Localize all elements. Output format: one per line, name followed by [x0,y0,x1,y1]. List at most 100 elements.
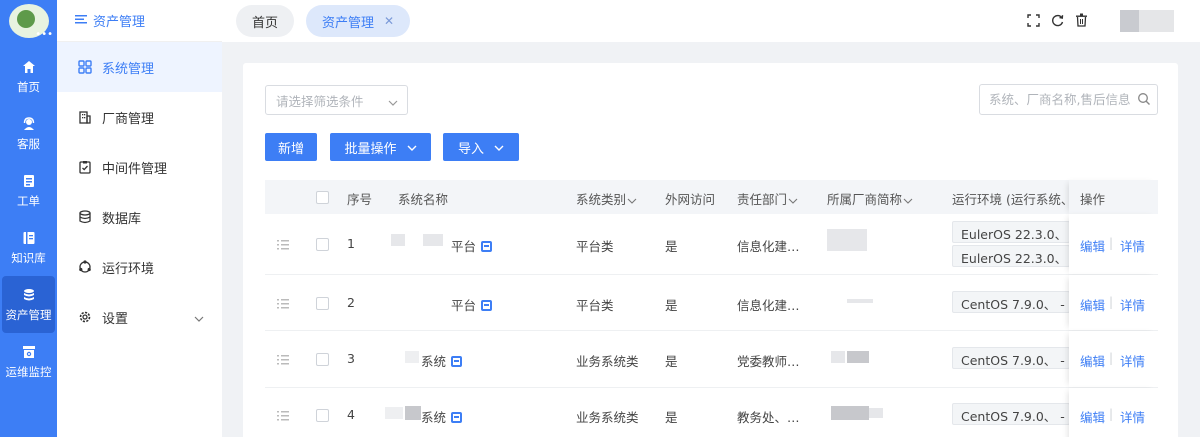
chevron-down-icon [194,311,204,326]
select-all-checkbox[interactable] [316,191,329,204]
menu-item-runtime[interactable]: 运行环境 [57,242,222,292]
batch-operation-button[interactable]: 批量操作 [330,133,431,161]
search-input[interactable] [979,84,1158,115]
top-bar: 首页 资产管理 ✕ [222,0,1200,42]
fullscreen-icon[interactable] [1026,12,1040,28]
redacted-text [869,408,883,418]
close-icon[interactable]: ✕ [384,14,394,28]
row-checkbox[interactable] [316,297,329,310]
search-icon[interactable] [1137,92,1151,106]
table-header: 序号 系统名称 系统类别 外网访问 责任部门 所属厂商简称 运行环境 (运行系统… [265,180,1158,214]
menu-item-system[interactable]: 系统管理 [57,42,222,92]
rail-label: 工单 [17,194,40,208]
tab-assets[interactable]: 资产管理 ✕ [306,5,411,37]
ops-cell: 编辑 | 详情 [1069,388,1158,437]
rail-item-ticket[interactable]: 工单 [0,162,57,219]
clipboard-icon [77,159,93,175]
row-checkbox[interactable] [316,353,329,366]
redacted-text [391,234,405,246]
menu-item-database[interactable]: 数据库 [57,192,222,242]
menu-item-middleware[interactable]: 中间件管理 [57,142,222,192]
rail-label: 知识库 [11,251,46,265]
system-name[interactable]: 系统 [421,351,463,370]
system-name[interactable]: 平台 [451,236,493,255]
rail-item-assets[interactable]: 资产管理 [2,276,55,333]
rail-item-knowledge[interactable]: 知识库 [0,219,57,276]
header-vendor[interactable]: 所属厂商简称 [827,189,913,208]
header-dept-label: 责任部门 [737,192,788,207]
row-external: 是 [665,239,678,254]
header-dept[interactable]: 责任部门 [737,189,798,208]
drag-handle-icon[interactable] [277,298,289,309]
system-name-text: 平台 [451,298,477,313]
refresh-icon[interactable] [1050,12,1064,28]
row-checkbox[interactable] [316,238,329,251]
detail-link[interactable]: 详情 [1120,236,1145,255]
rail-item-monitor[interactable]: 运维监控 [0,333,57,390]
import-button[interactable]: 导入 [443,133,519,161]
more-icon: ••• [35,29,53,40]
trash-icon[interactable] [1074,12,1088,28]
edit-link[interactable]: 编辑 [1080,236,1105,255]
hamburger-icon [75,13,87,28]
header-category[interactable]: 系统类别 [576,189,637,208]
row-category: 业务系统类 [576,354,639,369]
detail-link[interactable]: 详情 [1120,407,1145,426]
system-link-icon[interactable] [481,241,493,252]
rail-item-home[interactable]: 首页 [0,48,57,105]
detail-link[interactable]: 详情 [1120,351,1145,370]
rail-item-service[interactable]: 客服 [0,105,57,162]
edit-link[interactable]: 编辑 [1080,351,1105,370]
filter-select[interactable]: 请选择筛选条件 [265,85,408,115]
ops-cell: 编辑 | 详情 [1069,275,1158,330]
menu-item-label: 系统管理 [102,61,155,77]
redacted-text [847,351,869,363]
page-scrollbar[interactable] [1190,50,1196,350]
table-row[interactable]: 3 系统 业务系统类 是 党委教师… CentOS 7.9.0、 - 、 编辑 … [265,331,1158,388]
edit-link[interactable]: 编辑 [1080,295,1105,314]
menu-item-settings[interactable]: 设置 [57,292,222,342]
drag-handle-icon[interactable] [277,239,289,250]
chevron-down-icon [788,198,798,204]
add-button[interactable]: 新增 [265,133,317,161]
avatar[interactable] [1120,10,1174,32]
drag-handle-icon[interactable] [277,410,289,421]
system-name[interactable]: 平台 [451,295,493,314]
system-link-icon[interactable] [481,300,493,311]
row-dept: 教务处、… [737,410,800,425]
headset-icon [20,115,38,133]
separator: | [1109,407,1114,421]
separator: | [1109,295,1114,309]
add-button-label: 新增 [277,141,304,157]
table-row[interactable]: 1 平台 平台类 是 信息化建… EulerOS 22.3.0、 T Euler… [265,214,1158,275]
row-category: 平台类 [576,298,614,313]
menu-item-label: 中间件管理 [102,161,168,177]
tab-label: 首页 [252,15,279,31]
content-card: 请选择筛选条件 新增 批量操作 导入 序号 系统名称 系统类别 外网访问 责任部… [243,63,1178,437]
drag-handle-icon[interactable] [277,354,289,365]
system-link-icon[interactable] [451,356,463,367]
env-tag: EulerOS 22.3.0、 N [952,245,1070,267]
gear-icon [77,309,93,325]
rail-label: 客服 [17,137,40,151]
edit-link[interactable]: 编辑 [1080,407,1105,426]
menu-item-vendor[interactable]: 厂商管理 [57,92,222,142]
row-category: 业务系统类 [576,410,639,425]
tab-home[interactable]: 首页 [236,5,295,37]
row-dept: 信息化建… [737,298,800,313]
ticket-icon [20,172,38,190]
table-row[interactable]: 2 平台 平台类 是 信息化建… CentOS 7.9.0、 - 、 编辑 | … [265,275,1158,331]
chevron-down-icon [494,140,504,155]
menu-item-label: 厂商管理 [102,111,155,127]
row-index: 3 [347,351,355,366]
row-checkbox[interactable] [316,409,329,422]
header-external: 外网访问 [665,192,716,207]
detail-link[interactable]: 详情 [1120,295,1145,314]
menu-title[interactable]: 资产管理 [57,0,222,42]
table-row[interactable]: 4 系统 业务系统类 是 教务处、… CentOS 7.9.0、 - 、 编辑 … [265,388,1158,437]
system-link-icon[interactable] [451,412,463,423]
env-tag: CentOS 7.9.0、 - 、 [952,291,1070,313]
chevron-down-icon [627,198,637,204]
system-name[interactable]: 系统 [421,407,463,426]
school-logo[interactable]: ••• [9,4,53,40]
